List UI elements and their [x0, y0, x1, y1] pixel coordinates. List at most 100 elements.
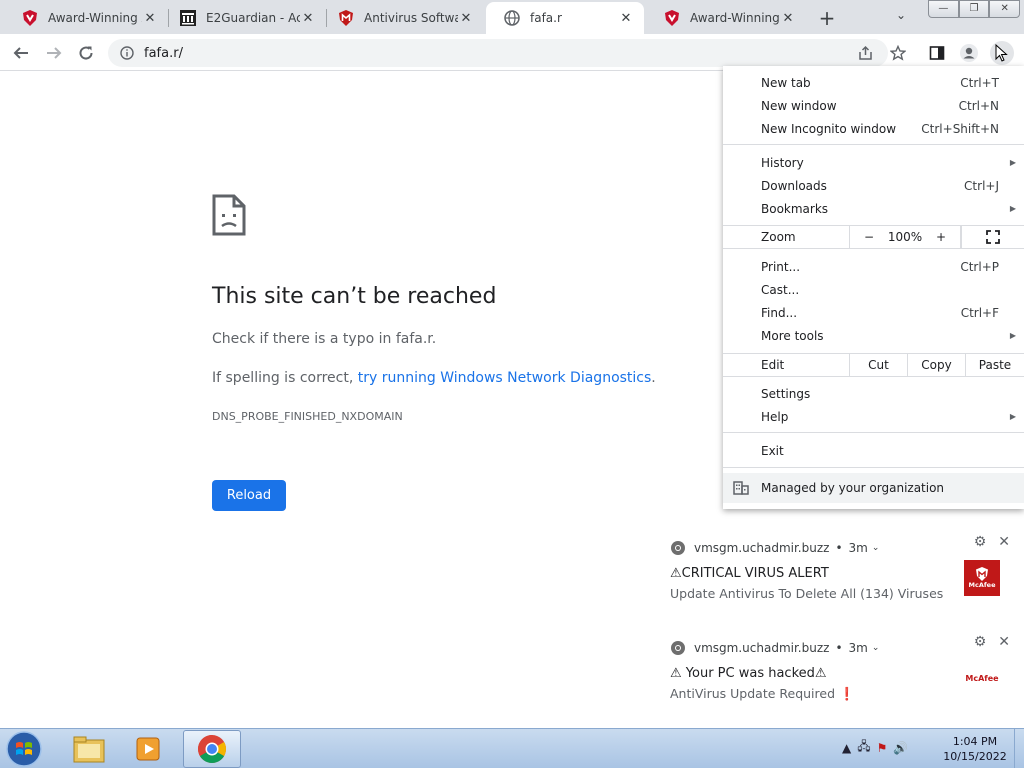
- error-suggestion: If spelling is correct, try running Wind…: [212, 370, 656, 386]
- zoom-in-button[interactable]: +: [936, 230, 946, 244]
- maximize-button[interactable]: ❐: [958, 0, 990, 18]
- tab-title: Antivirus Software: [364, 11, 458, 25]
- tab-award-winning-2[interactable]: Award-Winning Antivirus ✕: [646, 2, 806, 34]
- close-icon[interactable]: ✕: [458, 11, 474, 26]
- submenu-arrow-icon: ▶: [1009, 331, 1016, 340]
- forward-button[interactable]: [43, 42, 65, 64]
- close-icon[interactable]: ✕: [300, 11, 316, 26]
- new-tab-button[interactable]: +: [816, 6, 838, 30]
- notification-origin: vmsgm.uchadmir.buzz: [694, 641, 830, 655]
- notification-pc-hacked[interactable]: vmsgm.uchadmir.buzz • 3m ⌄ ⚙ ✕ ⚠ Your PC…: [660, 634, 1020, 728]
- reload-toolbar-button[interactable]: [75, 42, 97, 64]
- menu-item-print[interactable]: Print... Ctrl+P: [723, 255, 1024, 278]
- menu-item-new-tab[interactable]: New tab Ctrl+T: [723, 71, 1024, 94]
- notification-time: 3m: [848, 541, 868, 555]
- tab-antivirus-software[interactable]: Antivirus Software ✕: [320, 2, 484, 34]
- refresh-icon: [79, 46, 93, 60]
- chevron-down-icon[interactable]: ⌄: [872, 543, 880, 553]
- menu-item-find[interactable]: Find... Ctrl+F: [723, 301, 1024, 324]
- zoom-out-button[interactable]: −: [864, 230, 874, 244]
- chevron-down-icon[interactable]: ⌄: [872, 643, 880, 653]
- menu-item-more-tools[interactable]: More tools ▶: [723, 324, 1024, 347]
- error-code: DNS_PROBE_FINISHED_NXDOMAIN: [212, 410, 403, 423]
- menu-item-settings[interactable]: Settings: [723, 382, 1024, 405]
- taskbar-chrome[interactable]: [183, 730, 241, 768]
- volume-icon[interactable]: 🔊: [893, 741, 908, 755]
- side-panel-button[interactable]: [926, 42, 948, 64]
- address-bar[interactable]: fafa.r/: [108, 39, 888, 67]
- menu-shortcut: Ctrl+P: [960, 259, 999, 274]
- notification-title: ⚠CRITICAL VIRUS ALERT: [670, 566, 829, 581]
- fullscreen-icon: [986, 230, 1000, 244]
- network-diagnostics-link[interactable]: try running Windows Network Diagnostics: [358, 370, 652, 386]
- share-button[interactable]: [855, 42, 877, 64]
- menu-item-bookmarks[interactable]: Bookmarks ▶: [723, 197, 1024, 220]
- menu-item-new-incognito[interactable]: New Incognito window Ctrl+Shift+N: [723, 117, 1024, 140]
- settings-gear-icon[interactable]: ⚙: [974, 534, 987, 550]
- logo-text: McAfee: [965, 673, 999, 683]
- close-icon[interactable]: ✕: [618, 11, 634, 26]
- menu-shortcut: Ctrl+F: [960, 305, 999, 320]
- zoom-controls: − 100% +: [849, 226, 961, 248]
- chrome-menu-button[interactable]: [990, 41, 1014, 65]
- minimize-button[interactable]: —: [928, 0, 959, 18]
- menu-item-new-window[interactable]: New window Ctrl+N: [723, 94, 1024, 117]
- tab-fafa-active[interactable]: fafa.r ✕: [486, 2, 644, 34]
- close-icon[interactable]: ✕: [998, 534, 1010, 550]
- cut-button[interactable]: Cut: [849, 354, 907, 376]
- mcafee-shield-icon: [976, 567, 988, 581]
- show-desktop-button[interactable]: [1014, 729, 1024, 768]
- info-icon[interactable]: [120, 46, 134, 60]
- paste-button[interactable]: Paste: [965, 354, 1024, 376]
- managed-by-org[interactable]: Managed by your organization: [723, 473, 1024, 503]
- fullscreen-button[interactable]: [961, 226, 1024, 248]
- notification-virus-alert[interactable]: vmsgm.uchadmir.buzz • 3m ⌄ ⚙ ✕ ⚠CRITICAL…: [660, 534, 1020, 628]
- close-icon[interactable]: ✕: [142, 11, 158, 26]
- menu-label: History: [761, 155, 804, 170]
- notification-source: vmsgm.uchadmir.buzz • 3m ⌄: [670, 540, 879, 556]
- network-icon[interactable]: 🖧: [857, 737, 870, 758]
- clock-date: 10/15/2022: [943, 750, 1007, 763]
- settings-gear-icon[interactable]: ⚙: [974, 634, 987, 650]
- profile-button[interactable]: [958, 42, 980, 64]
- back-button[interactable]: [10, 42, 32, 64]
- menu-item-exit[interactable]: Exit: [723, 439, 1024, 462]
- taskbar-clock[interactable]: 1:04 PM 10/15/2022: [940, 734, 1010, 764]
- menu-item-history[interactable]: History ▶: [723, 151, 1024, 174]
- media-player-icon: [136, 737, 160, 761]
- tab-e2guardian[interactable]: E2Guardian - Access Denied ✕: [162, 2, 326, 34]
- tray-expand-icon[interactable]: ▲: [842, 741, 851, 755]
- menu-item-downloads[interactable]: Downloads Ctrl+J: [723, 174, 1024, 197]
- zoom-level: 100%: [887, 230, 923, 244]
- menu-label: More tools: [761, 328, 824, 343]
- close-window-button[interactable]: ✕: [989, 0, 1021, 18]
- error-title: This site can’t be reached: [212, 284, 497, 309]
- tab-search-button[interactable]: ⌄: [896, 8, 906, 22]
- menu-label: Downloads: [761, 178, 827, 193]
- flag-warning-icon[interactable]: ⚑: [877, 741, 888, 755]
- close-icon[interactable]: ✕: [780, 11, 796, 26]
- menu-item-help[interactable]: Help ▶: [723, 405, 1024, 428]
- system-tray: ▲ 🖧 ⚑ 🔊: [842, 737, 908, 758]
- tab-award-winning-1[interactable]: Award-Winning Antivirus ✕: [4, 2, 168, 34]
- close-icon[interactable]: ✕: [998, 634, 1010, 650]
- taskbar-explorer[interactable]: [60, 730, 118, 768]
- error-message: Check if there is a typo in fafa.r.: [212, 331, 437, 347]
- notification-time: 3m: [848, 641, 868, 655]
- building-icon: [733, 481, 749, 495]
- menu-label: New tab: [761, 75, 811, 90]
- start-button[interactable]: [6, 731, 44, 767]
- windows-logo-icon: [6, 731, 42, 767]
- reload-button[interactable]: Reload: [212, 480, 286, 511]
- menu-item-cast[interactable]: Cast...: [723, 278, 1024, 301]
- menu-label: Settings: [761, 386, 811, 401]
- copy-button[interactable]: Copy: [907, 354, 965, 376]
- taskbar-media-player[interactable]: [120, 730, 178, 768]
- edit-label: Edit: [761, 358, 785, 372]
- url-text[interactable]: fafa.r/: [144, 46, 183, 61]
- arrow-right-icon: [47, 47, 62, 59]
- zoom-label: Zoom: [761, 230, 796, 244]
- suggestion-prefix: If spelling is correct,: [212, 370, 358, 386]
- share-icon: [859, 45, 872, 60]
- bookmark-star-button[interactable]: [887, 42, 909, 64]
